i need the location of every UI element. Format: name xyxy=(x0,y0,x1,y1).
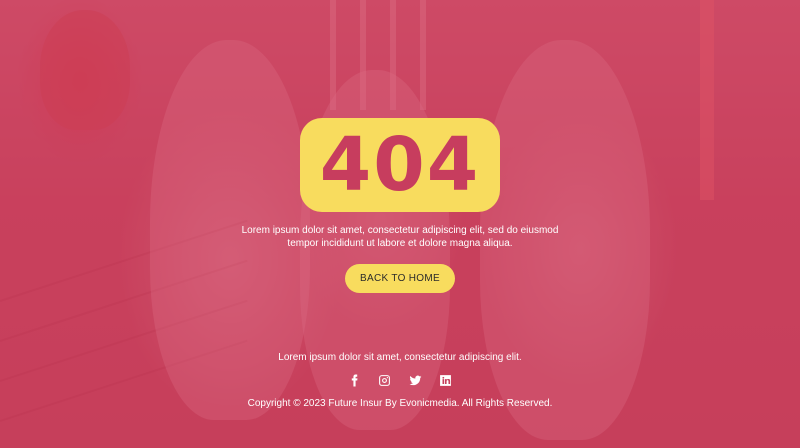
social-links xyxy=(340,372,460,388)
error-code: 404 xyxy=(319,122,481,208)
back-to-home-button[interactable]: BACK TO HOME xyxy=(345,264,455,293)
instagram-icon[interactable] xyxy=(377,372,393,388)
error-code-badge: 404 xyxy=(300,118,500,212)
footer-tagline: Lorem ipsum dolor sit amet, consectetur … xyxy=(278,352,522,363)
error-message: Lorem ipsum dolor sit amet, consectetur … xyxy=(241,225,559,249)
facebook-icon[interactable] xyxy=(346,372,362,388)
error-page: 404 Lorem ipsum dolor sit amet, consecte… xyxy=(0,0,800,448)
twitter-icon[interactable] xyxy=(407,372,423,388)
copyright-text: Copyright © 2023 Future Insur By Evonicm… xyxy=(247,398,553,409)
linkedin-icon[interactable] xyxy=(438,372,454,388)
